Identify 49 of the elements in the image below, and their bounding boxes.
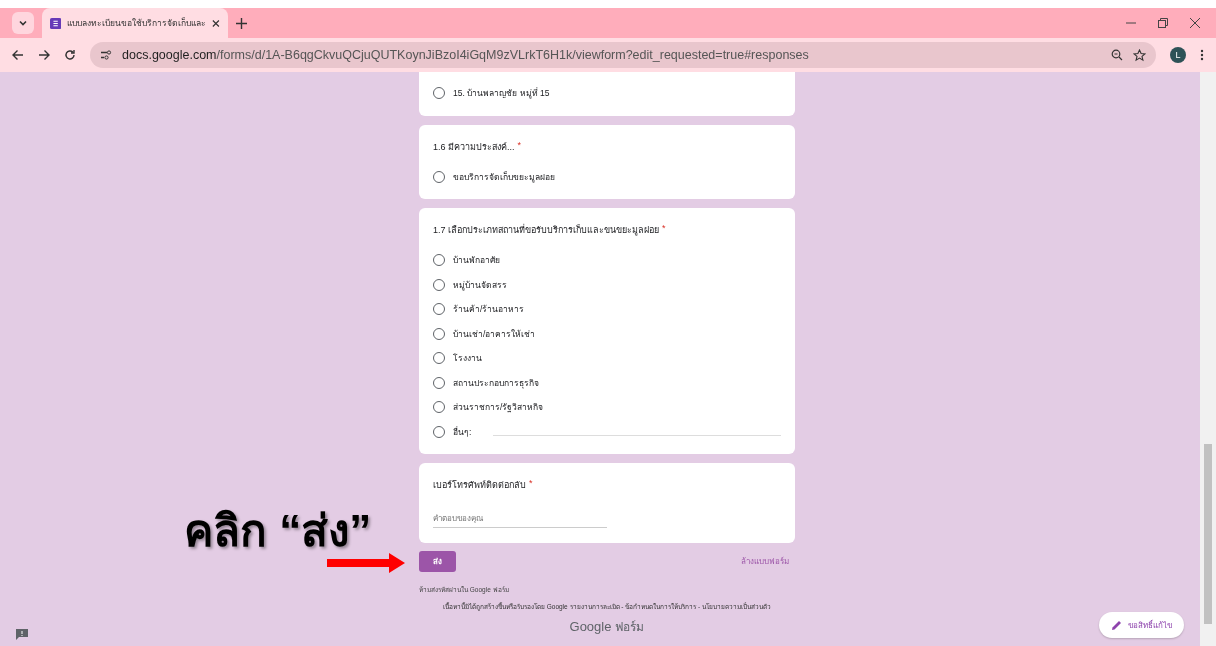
question-title: เบอร์โทรศัพท์ติดต่อกลับ [433,478,526,492]
forms-icon [50,16,62,30]
star-icon[interactable] [1133,48,1146,62]
other-input-line[interactable] [493,435,781,436]
request-edit-button[interactable]: ขอสิทธิ์แก้ไข [1099,612,1184,638]
option-label: บ้านพักอาศัย [453,254,500,267]
question-title: 1.6 มีความประสงค์... [433,141,515,154]
close-icon[interactable] [212,18,220,28]
option-label: โรงงาน [453,352,482,365]
option-label: 15. บ้านพลาญชัย หมู่ที่ 15 [453,86,550,100]
new-tab-button[interactable] [236,17,247,29]
annotation-text: คลิก “ส่ง” [184,505,372,557]
option-label: ส่วนราชการ/รัฐวิสาหกิจ [453,401,544,414]
browser-tab[interactable]: แบบลงทะเบียนขอใช้บริการจัดเก็บและ [42,8,228,38]
option-label: หมู่บ้านจัดสรร [453,278,507,292]
forward-button[interactable] [38,49,50,61]
tab-title: แบบลงทะเบียนขอใช้บริการจัดเก็บและ [67,16,207,30]
question-title: 1.7 เลือกประเภทสถานที่ขอรับบริการเก็บและขนขยะมูลฝอย [433,223,659,237]
option-label: อื่นๆ: [453,425,472,439]
clear-form-link[interactable]: ล้างแบบฟอร์ม [741,554,789,568]
required-mark: * [529,477,533,490]
forward-arrow-icon [38,49,50,61]
scrollbar[interactable] [1200,72,1216,646]
reload-icon [64,49,76,61]
option-label: ขอบริการจัดเก็บขยะมูลฝอย [453,170,555,184]
answer-field[interactable]: คำตอบของคุณ [433,509,607,528]
required-mark: * [517,140,522,152]
back-arrow-icon [12,49,24,61]
close-icon[interactable] [1190,18,1200,28]
forms-logo: Google ฟอร์ม [569,617,645,636]
zoom-icon[interactable] [1111,49,1123,61]
option-label: ร้านค้า/ร้านอาหาร [453,303,525,316]
submit-button[interactable]: ส่ง [419,550,456,572]
tab-list-button[interactable] [12,12,34,34]
chevron-down-icon [18,18,28,28]
required-mark: * [662,223,666,235]
feedback-icon[interactable] [16,629,28,640]
url-text: docs.google.com/forms/d/1A-B6qgCkvuQCjuQUTKoynJiBzoI4iGqM9zVLrkT6H1k/viewform?edit_requested=true#responses [122,48,810,62]
option-label: บ้านเช่า/อาคารให้เช่า [453,327,536,341]
restore-icon[interactable] [1158,18,1168,28]
menu-icon[interactable] [1200,49,1204,61]
site-settings-icon[interactable] [100,49,112,61]
reload-button[interactable] [64,49,76,61]
option-label: สถานประกอบการธุรกิจ [453,376,539,390]
pencil-icon [1111,619,1122,631]
address-bar[interactable]: docs.google.com/forms/d/1A-B6qgCkvuQCjuQUTKoynJiBzoI4iGqM9zVLrkT6H1k/viewform?edit_requested=true#responses [90,42,1156,68]
plus-icon [236,17,247,29]
back-button[interactable] [12,49,24,61]
profile-avatar[interactable]: L [1170,47,1186,63]
